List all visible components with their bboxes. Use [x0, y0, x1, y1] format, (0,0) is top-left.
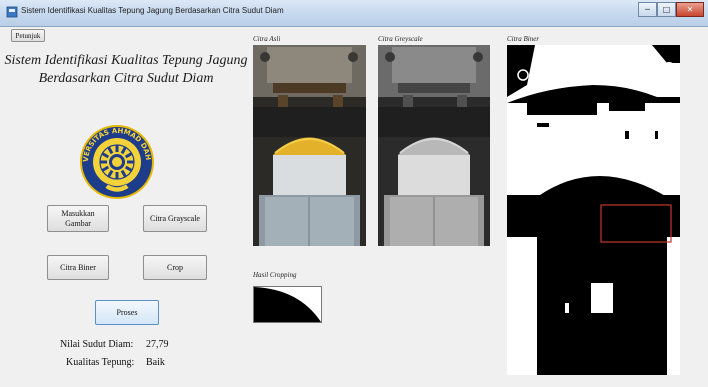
university-logo: UNIVERSITAS AHMAD DAHLAN: [79, 124, 154, 199]
original-image-caption: Citra Asli: [253, 35, 281, 43]
help-button[interactable]: Petunjuk: [11, 29, 45, 42]
app-icon: [6, 6, 18, 18]
binary-image: [507, 45, 680, 375]
grayscale-button[interactable]: Citra Grayscale: [143, 205, 207, 232]
main-window: Petunjuk Sistem Identifikasi Kualitas Te…: [1, 27, 707, 387]
close-button[interactable]: ✕: [676, 2, 704, 17]
cropped-image-caption: Hasil Cropping: [253, 271, 297, 279]
app-title-line2: Berdasarkan Citra Sudut Diam: [38, 71, 214, 86]
angle-label: Nilai Sudut Diam:: [60, 339, 134, 350]
angle-value: 27,79: [146, 339, 169, 350]
binary-image-caption: Citra Biner: [507, 35, 540, 43]
process-button[interactable]: Proses: [95, 300, 159, 325]
crop-button[interactable]: Crop: [143, 255, 207, 280]
original-image: [253, 45, 366, 246]
binary-button[interactable]: Citra Biner: [47, 255, 109, 280]
quality-label: Kualitas Tepung:: [66, 357, 135, 368]
minimize-button[interactable]: ─: [638, 2, 657, 17]
app-title: Sistem Identifikasi Kualitas Tepung Jagu…: [1, 52, 251, 88]
load-image-button[interactable]: Masukkan Gambar: [47, 205, 109, 232]
window-title: Sistem Identifikasi Kualitas Tepung Jagu…: [21, 6, 284, 15]
maximize-button[interactable]: □: [657, 2, 676, 17]
app-title-line1: Sistem Identifikasi Kualitas Tepung Jagu…: [4, 53, 248, 68]
title-bar[interactable]: Sistem Identifikasi Kualitas Tepung Jagu…: [0, 0, 708, 27]
grayscale-image-caption: Citra Greyscale: [378, 35, 423, 43]
grayscale-image: [378, 45, 490, 246]
quality-value: Baik: [146, 357, 165, 368]
cropped-image: [253, 286, 322, 323]
